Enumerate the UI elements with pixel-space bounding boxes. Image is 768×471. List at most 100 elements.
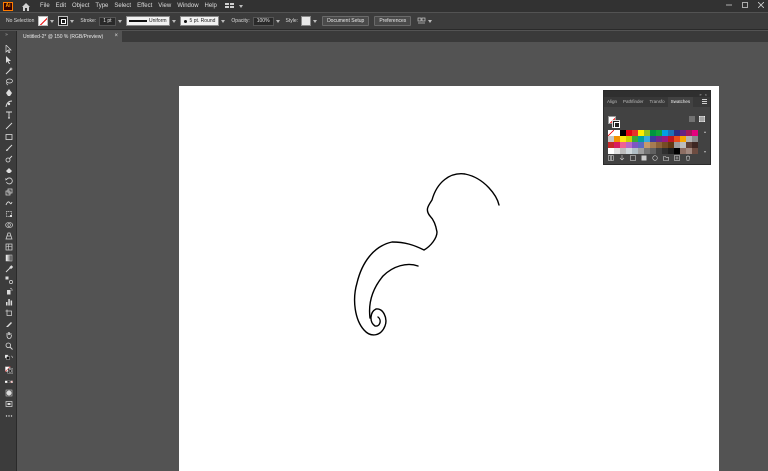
- place-swatch-icon[interactable]: [619, 154, 625, 161]
- close-icon[interactable]: [757, 1, 765, 9]
- type-tool-icon[interactable]: [4, 111, 13, 119]
- rotate-tool-icon[interactable]: [4, 177, 13, 185]
- color-mode-buttons[interactable]: [2, 379, 15, 384]
- eyedropper-tool-icon[interactable]: [4, 265, 13, 273]
- swap-fill-stroke-icon[interactable]: [4, 354, 13, 361]
- symbol-sprayer-tool-icon[interactable]: [4, 287, 13, 295]
- menu-view[interactable]: View: [158, 3, 171, 9]
- free-transform-tool-icon[interactable]: [4, 210, 13, 218]
- new-color-group-icon[interactable]: [663, 155, 669, 161]
- fill-swatch[interactable]: [38, 16, 49, 26]
- panel-stroke-swatch[interactable]: [612, 120, 620, 128]
- toolbar-collapse-icon[interactable]: »: [4, 32, 13, 38]
- collapse-panel-icon[interactable]: »: [699, 92, 701, 97]
- menu-help[interactable]: Help: [205, 3, 217, 9]
- grid-view-icon[interactable]: [699, 116, 705, 122]
- brush-definition[interactable]: 5 pt. Round: [179, 16, 220, 26]
- lasso-tool-icon[interactable]: [4, 78, 13, 86]
- rectangle-tool-icon[interactable]: [4, 133, 13, 141]
- tab-swatches[interactable]: Swatches: [667, 97, 694, 107]
- fill-stroke-indicator[interactable]: [2, 364, 15, 376]
- arrange-documents-icon[interactable]: [417, 17, 433, 25]
- menu-effect[interactable]: Effect: [137, 3, 152, 9]
- window-controls: [726, 1, 765, 9]
- opacity-label[interactable]: Opacity:: [231, 18, 249, 24]
- panel-menu-icon[interactable]: [702, 99, 707, 104]
- column-graph-tool-icon[interactable]: [4, 298, 13, 306]
- close-tab-icon[interactable]: ×: [114, 33, 118, 39]
- chevron-down-icon[interactable]: [50, 19, 55, 23]
- shape-builder-tool-icon[interactable]: [4, 221, 13, 229]
- chevron-right-icon[interactable]: [275, 19, 280, 23]
- stroke-label[interactable]: Stroke:: [80, 18, 96, 24]
- home-icon[interactable]: [20, 1, 32, 11]
- opacity-field[interactable]: 100%: [252, 16, 274, 26]
- paintbrush-tool-icon[interactable]: [4, 144, 13, 152]
- artboard-tool-icon[interactable]: [4, 309, 13, 317]
- warp-tool-icon[interactable]: [4, 199, 13, 207]
- magic-wand-tool-icon[interactable]: [4, 67, 13, 75]
- close-panel-icon[interactable]: ×: [705, 92, 707, 97]
- show-kinds-icon[interactable]: [630, 154, 636, 161]
- stroke-weight-field[interactable]: 1 pt: [99, 16, 116, 26]
- chevron-down-icon[interactable]: [117, 19, 122, 23]
- chevron-down-icon: [238, 4, 243, 8]
- menu-bar: Ai File Edit Object Type Select Effect V…: [0, 0, 768, 12]
- menu-select[interactable]: Select: [114, 3, 131, 9]
- chevron-down-icon[interactable]: [70, 19, 75, 23]
- chevron-down-icon[interactable]: [313, 19, 318, 23]
- swatch-libraries-icon[interactable]: [608, 154, 614, 161]
- eraser-tool-icon[interactable]: [4, 166, 13, 174]
- perspective-grid-tool-icon[interactable]: [4, 232, 13, 240]
- gradient-tool-icon[interactable]: [4, 254, 13, 262]
- edit-toolbar-icon[interactable]: [4, 413, 13, 419]
- chevron-down-icon[interactable]: [171, 19, 176, 23]
- swatch-item[interactable]: [608, 130, 614, 136]
- menu-object[interactable]: Object: [72, 3, 89, 9]
- menu-window[interactable]: Window: [177, 3, 198, 9]
- new-swatch-icon[interactable]: [674, 154, 680, 161]
- blend-tool-icon[interactable]: [4, 276, 13, 284]
- menu-edit[interactable]: Edit: [56, 3, 66, 9]
- chevron-down-icon[interactable]: [221, 19, 226, 23]
- screen-mode-icon[interactable]: [4, 400, 13, 408]
- line-segment-tool-icon[interactable]: [4, 122, 13, 130]
- selection-tool-icon[interactable]: [4, 45, 13, 53]
- menu-file[interactable]: File: [40, 3, 50, 9]
- opacity-value: 100%: [256, 18, 270, 24]
- tab-align[interactable]: Align: [604, 97, 620, 107]
- slice-tool-icon[interactable]: [4, 320, 13, 328]
- panel-fill-stroke-indicator[interactable]: [608, 116, 620, 128]
- menu-type[interactable]: Type: [95, 3, 108, 9]
- graphic-style-swatch[interactable]: [301, 16, 312, 26]
- selection-status: No Selection: [6, 18, 35, 24]
- stroke-weight-value: 1 pt: [103, 18, 112, 24]
- shaper-tool-icon[interactable]: [4, 155, 13, 163]
- mesh-tool-icon[interactable]: [4, 243, 13, 251]
- stroke-swatch[interactable]: [58, 16, 69, 26]
- document-tab[interactable]: Untitled-2* @ 150 % (RGB/Preview) ×: [18, 31, 122, 42]
- preferences-button[interactable]: Preferences: [374, 16, 412, 26]
- pen-tool-icon[interactable]: [4, 89, 13, 97]
- variable-width-profile[interactable]: Uniform: [125, 16, 170, 26]
- color-group-icon[interactable]: [652, 154, 658, 161]
- workspace-switcher-icon[interactable]: [224, 3, 243, 9]
- svg-text:»: »: [5, 32, 8, 38]
- swatch-grid: [608, 130, 700, 154]
- minimize-icon[interactable]: [726, 2, 732, 8]
- swatch-options-icon[interactable]: [641, 155, 647, 161]
- list-view-icon[interactable]: [689, 116, 695, 122]
- hand-tool-icon[interactable]: [4, 331, 13, 339]
- direct-selection-tool-icon[interactable]: [4, 56, 13, 64]
- app-logo: Ai: [3, 1, 13, 11]
- drawing-modes-icon[interactable]: [4, 389, 13, 397]
- tab-transform[interactable]: Transfo: [647, 97, 668, 107]
- document-setup-button[interactable]: Document Setup: [322, 16, 370, 26]
- delete-swatch-icon[interactable]: [685, 154, 691, 161]
- scale-tool-icon[interactable]: [4, 188, 13, 196]
- swatch-scrollbar[interactable]: [703, 131, 706, 153]
- curvature-tool-icon[interactable]: [4, 100, 13, 108]
- zoom-tool-icon[interactable]: [4, 342, 13, 350]
- tab-pathfinder[interactable]: Pathfinder: [620, 97, 647, 107]
- restore-icon[interactable]: [742, 2, 748, 8]
